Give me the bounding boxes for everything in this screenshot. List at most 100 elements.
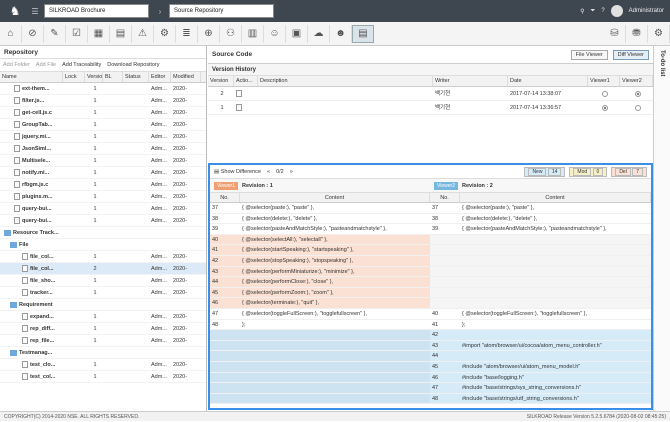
tree-file-row[interactable]: tracker... 1 Adm... 2020-	[0, 287, 206, 299]
diff-viewer-button[interactable]: Diff Viewer	[612, 50, 649, 60]
left-line-content: { @selector(performClose:), "close" },	[242, 279, 334, 286]
group-icon[interactable]: ☻	[330, 24, 352, 43]
user-name[interactable]: Administrator	[629, 8, 664, 14]
admin-icon[interactable]: ⚙	[648, 24, 670, 43]
tree-file-row[interactable]: file_col... 1 Adm... 2020-	[0, 251, 206, 263]
chart-icon[interactable]: ▥	[242, 24, 264, 43]
col-bl[interactable]: BL	[103, 72, 123, 82]
tree-file-row[interactable]: test_clo... 1 Adm... 2020-	[0, 359, 206, 371]
checklist-icon[interactable]: ☑	[66, 24, 88, 43]
left-line-no: 46	[212, 300, 219, 307]
tree-item-editor: Adm...	[151, 374, 167, 380]
source-code-panel: Source Code File Viewer Diff Viewer Vers…	[208, 46, 653, 411]
tree-file-row[interactable]: rep_file... 1 Adm... 2020-	[0, 335, 206, 347]
tree-file-row[interactable]: ext-them... 1 Adm... 2020-	[0, 83, 206, 95]
project-select[interactable]: SILKROAD Brochure	[44, 4, 149, 18]
col-modified[interactable]: Modified	[171, 72, 201, 82]
todo-sidebar[interactable]: To-do list	[653, 46, 670, 411]
tree-file-row[interactable]: Multisele... 1 Adm... 2020-	[0, 155, 206, 167]
col-editor[interactable]: Editor	[149, 72, 171, 82]
add-traceability-button[interactable]: Add Traceability	[62, 62, 101, 68]
col-version[interactable]: Version	[85, 72, 103, 82]
tree-file-row[interactable]: jquery.mi... 1 Adm... 2020-	[0, 131, 206, 143]
file-viewer-button[interactable]: File Viewer	[570, 50, 608, 60]
tree-item-editor	[149, 227, 171, 238]
add-folder-button[interactable]: Add Folder	[3, 62, 30, 68]
prev-diff-icon[interactable]: «	[267, 169, 270, 175]
tree-file-row[interactable]: rep_diff... 1 Adm... 2020-	[0, 323, 206, 335]
download-repository-button[interactable]: Download Repository	[107, 62, 159, 68]
tree-item-name: expand...	[30, 314, 54, 320]
col-status[interactable]: Status	[123, 72, 149, 82]
tree-file-row[interactable]: get-cell.js.c 1 Adm... 2020-	[0, 107, 206, 119]
tree-file-row[interactable]: test_col... 1 Adm... 2020-	[0, 371, 206, 383]
navigate-icon[interactable]: ⊘	[22, 24, 44, 43]
calendar-icon[interactable]: ▤	[110, 24, 132, 43]
help-icon[interactable]: ?	[601, 8, 604, 14]
tree-file-row[interactable]: JsonSiml... 1 Adm... 2020-	[0, 143, 206, 155]
right-line-no: 40	[432, 310, 439, 317]
right-line-no: 45	[432, 363, 439, 370]
viewer2-radio[interactable]	[620, 87, 653, 100]
left-line-no	[210, 361, 240, 372]
tree-file-row[interactable]: file_col... 2 Adm... 2020-	[0, 263, 206, 275]
tree-item-name: query-bui...	[22, 218, 52, 224]
col-lock[interactable]: Lock	[63, 72, 85, 82]
diff-row: 47 { @selector(toggleFullScreen:), "toggl…	[210, 309, 651, 320]
file-icon	[22, 289, 28, 297]
tree-folder-row[interactable]: Requirement	[0, 299, 206, 311]
tree-item-name: filter.js...	[22, 98, 45, 104]
edit-icon[interactable]: ✎	[44, 24, 66, 43]
left-line-content	[240, 351, 430, 361]
repository-icon[interactable]: ▤	[352, 24, 374, 43]
server-icon[interactable]: ⛃	[626, 24, 648, 43]
network-icon[interactable]: ⊕	[198, 24, 220, 43]
tree-file-row[interactable]: GroupTab... 1 Adm... 2020-	[0, 119, 206, 131]
logo-icon[interactable]: ♞	[0, 0, 30, 22]
history-row[interactable]: 2 백기현 2017-07-14 13:38:07	[208, 87, 653, 101]
viewer1-radio[interactable]	[588, 101, 620, 114]
grid-icon[interactable]: ▦	[88, 24, 110, 43]
tree-file-row[interactable]: file_sho... 1 Adm... 2020-	[0, 275, 206, 287]
file-icon	[22, 373, 28, 381]
tree-file-row[interactable]: plugins.m... 1 Adm... 2020-	[0, 191, 206, 203]
viewer2-radio[interactable]	[620, 101, 653, 114]
show-difference-button[interactable]: ▤ Show Difference	[214, 169, 261, 175]
tree-folder-row[interactable]: Testmanag...	[0, 347, 206, 359]
status-bar: COPYRIGHT(C) 2014-2020 NSE. ALL RIGHTS R…	[0, 411, 670, 421]
tree-item-editor: Adm...	[151, 122, 167, 128]
tree-item-version: 1	[93, 290, 97, 296]
col-name[interactable]: Name	[0, 72, 63, 82]
tree-file-row[interactable]: query-bui... 1 Adm... 2020-	[0, 215, 206, 227]
filter-icon[interactable]: ⏷	[591, 8, 596, 15]
database-icon[interactable]: ⛁	[604, 24, 626, 43]
tree-item-modified: 2020-	[173, 206, 188, 212]
tree-folder-row[interactable]: File	[0, 239, 206, 251]
tree-item-modified: 2020-	[173, 314, 188, 320]
next-diff-icon[interactable]: »	[290, 169, 293, 175]
search-icon[interactable]: ⚲	[580, 8, 584, 15]
tree-file-row[interactable]: notify.mi... 1 Adm... 2020-	[0, 167, 206, 179]
tree-item-name: test_col...	[30, 374, 56, 380]
dashboard-icon[interactable]: ⌂	[0, 24, 22, 43]
tree-file-row[interactable]: filter.js... 1 Adm... 2020-	[0, 95, 206, 107]
section-select[interactable]: Source Repository	[169, 4, 274, 18]
book-icon[interactable]: ▣	[286, 24, 308, 43]
tree-file-row[interactable]: expand... 1 Adm... 2020-	[0, 311, 206, 323]
settings-icon[interactable]: ⚙	[154, 24, 176, 43]
tree-file-row[interactable]: rfbgm.js.c 1 Adm... 2020-	[0, 179, 206, 191]
viewer1-radio[interactable]	[588, 87, 620, 100]
avatar[interactable]	[610, 5, 623, 17]
users-icon[interactable]: ☺	[264, 24, 286, 43]
hierarchy-icon[interactable]: ⚇	[220, 24, 242, 43]
add-file-button[interactable]: Add File	[36, 62, 56, 68]
history-row[interactable]: 1 백기현 2017-07-14 13:36:57	[208, 101, 653, 115]
right-line-no: 44	[432, 353, 439, 360]
tree-file-row[interactable]: query-bui... 1 Adm... 2020-	[0, 203, 206, 215]
menu-icon[interactable]: ☰	[30, 4, 40, 18]
warning-icon[interactable]: ⚠	[132, 24, 154, 43]
cloud-icon[interactable]: ☁	[308, 24, 330, 43]
right-line-content	[460, 234, 651, 245]
list-icon[interactable]: ≣	[176, 24, 198, 43]
tree-folder-row[interactable]: Resource Track...	[0, 227, 206, 239]
